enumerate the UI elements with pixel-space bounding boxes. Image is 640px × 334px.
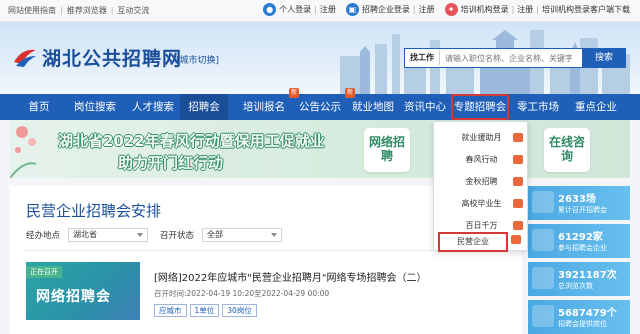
stats-panel: 2633场 累计召开招聘会 61292家 参与招聘会企业 3921187次 总浏… xyxy=(528,186,630,334)
company-register-link[interactable]: 注册 xyxy=(419,4,435,15)
nav-job-fair[interactable]: 招聘会 xyxy=(180,94,228,120)
header: 湖北公共招聘网 [城市切换] 找工作 搜索 xyxy=(0,22,640,94)
site-logo-text[interactable]: 湖北公共招聘网 xyxy=(42,44,182,71)
online-recruit-tile[interactable]: 网络招聘 xyxy=(364,128,410,172)
user-icon: ● xyxy=(263,3,277,16)
calendar-icon xyxy=(532,191,554,213)
personal-register-link[interactable]: 注册 xyxy=(320,4,336,15)
briefcase-icon xyxy=(532,305,554,327)
menu-item-label: 就业援助月 xyxy=(461,133,502,142)
job-fair-time: 召开时间:2022-04-19 10:20至2022-04-29 00:00 xyxy=(154,289,330,298)
hot-icon xyxy=(513,199,523,208)
interact-link[interactable]: 互动交流 xyxy=(117,6,149,15)
hot-icon xyxy=(513,221,523,230)
nav-announcements-label: 公告公示 xyxy=(299,101,341,113)
stat-value: 3921187次 xyxy=(558,270,617,281)
personal-login-group: ● 个人登录 | 注册 xyxy=(263,3,336,16)
menu-item-label: 金秋招聘 xyxy=(465,177,498,186)
job-fair-thumbnail[interactable]: 正在召开 网络招聘会 xyxy=(26,262,140,320)
nav-special-job-fair[interactable]: 专题招聘会 xyxy=(451,94,509,120)
status-badge: 正在召开 xyxy=(26,266,62,278)
menu-item-autumn-recruit[interactable]: 金秋招聘 xyxy=(434,172,529,192)
stat-card: 2633场 累计召开招聘会 xyxy=(528,186,630,220)
browser-link[interactable]: 推荐浏览器 xyxy=(67,6,107,15)
company-login-link[interactable]: 招聘企业登录 xyxy=(362,4,410,15)
stat-value: 2633场 xyxy=(558,194,596,205)
stat-label: 参与招聘会企业 xyxy=(558,244,607,252)
promo-banner[interactable]: 湖北省2022年春风行动暨保用工促就业 助力开门红行动 网络招聘 在线咨询 xyxy=(10,120,630,178)
nav-announcements[interactable]: 公告公示 新 xyxy=(294,88,355,120)
training-login-group: ✦ 培训机构登录 | 注册 | 培训机构登录客户端下载 xyxy=(444,3,630,16)
units-tag: 1单位 xyxy=(189,304,220,317)
hot-icon xyxy=(511,235,521,244)
banner-title-line2: 助力开门红行动 xyxy=(118,154,224,172)
stat-label: 总浏览次数 xyxy=(558,282,593,290)
top-bar: 网站使用指南 | 推荐浏览器 | 互动交流 ● 个人登录 | 注册 ▣ 招聘企业登录 | 注册 … xyxy=(0,0,640,22)
menu-item-label: 百日千万 xyxy=(465,221,498,230)
menu-item-employment-aid[interactable]: 就业援助月 xyxy=(434,128,529,148)
search-bar: 找工作 搜索 xyxy=(404,48,626,68)
menu-item-graduates[interactable]: 高校毕业生 xyxy=(434,194,529,214)
personal-login-link[interactable]: 个人登录 xyxy=(279,4,311,15)
client-download-link[interactable]: 培训机构登录客户端下载 xyxy=(542,4,630,15)
building-icon: ▣ xyxy=(345,3,359,16)
nav-employment-map[interactable]: 就业地图 xyxy=(348,94,398,120)
nav-talent-search[interactable]: 人才搜索 xyxy=(126,94,180,120)
online-consult-tile[interactable]: 在线咨询 xyxy=(544,128,590,172)
main-nav: 首页 岗位搜索 人才搜索 招聘会 培训报名 新 公告公示 新 就业地图 资讯中心… xyxy=(0,88,640,120)
stat-value: 61292家 xyxy=(558,232,603,243)
stat-card: 61292家 参与招聘会企业 xyxy=(528,224,630,258)
nav-job-search[interactable]: 岗位搜索 xyxy=(66,94,124,120)
training-register-link[interactable]: 注册 xyxy=(517,4,533,15)
company-login-group: ▣ 招聘企业登录 | 注册 xyxy=(345,3,435,16)
hot-icon xyxy=(513,133,523,142)
special-job-fair-dropdown: 就业援助月 春风行动 金秋招聘 高校毕业生 百日千万 民营企业 xyxy=(433,121,529,252)
area-filter: 经办地点 湖北省 xyxy=(26,228,149,242)
nav-news-center[interactable]: 资讯中心 xyxy=(400,94,450,120)
menu-item-private-enterprise[interactable]: 民营企业 xyxy=(438,232,508,252)
job-fair-tags: 应城市 1单位 30岗位 xyxy=(154,304,260,317)
hot-icon xyxy=(513,155,523,164)
nav-training-label: 培训报名 xyxy=(243,101,285,113)
company-icon xyxy=(532,229,554,251)
training-icon: ✦ xyxy=(444,3,458,16)
status-select[interactable]: 全部 xyxy=(202,228,283,242)
stat-label: 累计召开招聘会 xyxy=(558,206,607,214)
top-links: 网站使用指南 | 推荐浏览器 | 互动交流 xyxy=(8,6,150,15)
nav-training[interactable]: 培训报名 新 xyxy=(238,88,299,120)
nav-gig-market[interactable]: 零工市场 xyxy=(512,94,564,120)
stat-card: 3921187次 总浏览次数 xyxy=(528,262,630,296)
banner-title-line1: 湖北省2022年春风行动暨保用工促就业 xyxy=(58,132,325,150)
area-filter-label: 经办地点 xyxy=(26,231,61,241)
menu-item-label: 高校毕业生 xyxy=(461,199,502,208)
stat-card: 5687479个 招聘会提供岗位 xyxy=(528,300,630,334)
job-fair-title-link[interactable]: [网络]2022年应城市"民营企业招聘月"网络专场招聘会（二） xyxy=(154,269,426,284)
positions-tag: 30岗位 xyxy=(222,304,257,317)
flower-decoration-icon xyxy=(10,126,37,178)
nav-home[interactable]: 首页 xyxy=(14,94,64,120)
city-tag: 应城市 xyxy=(154,304,187,317)
site-guide-link[interactable]: 网站使用指南 xyxy=(8,6,56,15)
training-login-link[interactable]: 培训机构登录 xyxy=(461,4,509,15)
search-button[interactable]: 搜索 xyxy=(582,48,626,68)
stat-label: 招聘会提供岗位 xyxy=(558,320,607,328)
logo-icon xyxy=(14,49,36,67)
search-input[interactable] xyxy=(440,53,572,63)
area-select[interactable]: 湖北省 xyxy=(68,228,149,242)
thumbnail-text: 网络招聘会 xyxy=(36,289,111,305)
city-switch-link[interactable]: [城市切换] xyxy=(176,53,219,66)
nav-key-enterprises[interactable]: 重点企业 xyxy=(568,94,624,120)
page-title: 民营企业招聘会安排 xyxy=(26,202,162,220)
hot-icon xyxy=(513,177,523,186)
status-filter: 召开状态 全部 xyxy=(160,228,283,242)
status-filter-label: 召开状态 xyxy=(160,231,195,241)
stat-value: 5687479个 xyxy=(558,308,617,319)
eye-icon xyxy=(532,267,554,289)
menu-item-label: 春风行动 xyxy=(465,155,498,164)
search-type-select[interactable]: 找工作 xyxy=(405,51,440,65)
menu-item-spring-breeze[interactable]: 春风行动 xyxy=(434,150,529,170)
